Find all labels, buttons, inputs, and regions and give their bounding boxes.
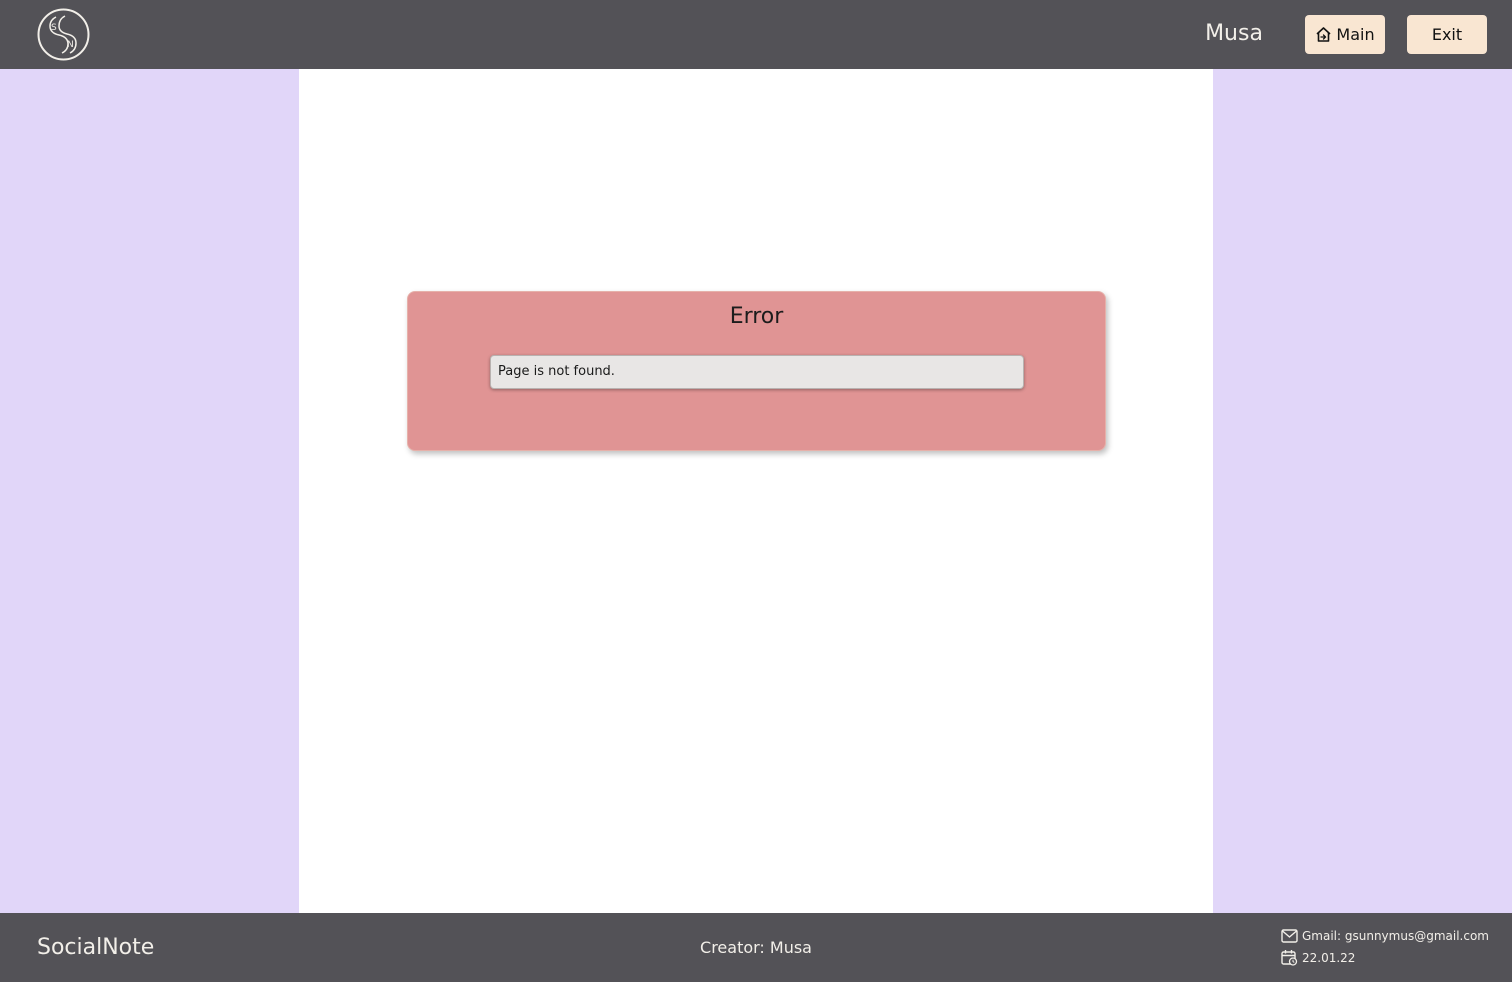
exit-button[interactable]: Exit xyxy=(1407,15,1487,54)
top-header: S N Musa Main Exit xyxy=(0,0,1512,69)
error-message: Page is not found. xyxy=(490,355,1024,389)
mail-icon xyxy=(1281,929,1302,943)
footer-creator: Creator: Musa xyxy=(700,938,812,957)
main-button-label: Main xyxy=(1336,25,1375,44)
exit-button-label: Exit xyxy=(1431,25,1463,44)
username-label: Musa xyxy=(1205,21,1263,46)
home-icon xyxy=(1315,26,1336,43)
main-content xyxy=(299,69,1213,913)
error-card: Error Page is not found. xyxy=(407,291,1106,451)
logo-letter-s: S xyxy=(51,23,57,33)
footer-brand: SocialNote xyxy=(37,935,155,960)
footer-date-row: 22.01.22 xyxy=(1281,949,1355,966)
logo-letter-n: N xyxy=(67,40,74,50)
main-button[interactable]: Main xyxy=(1305,15,1385,54)
footer-email[interactable]: Gmail: gsunnymus@gmail.com xyxy=(1302,928,1489,944)
footer-email-row: Gmail: gsunnymus@gmail.com xyxy=(1281,928,1489,944)
socialnote-logo-icon[interactable]: S N xyxy=(37,8,90,61)
footer-date: 22.01.22 xyxy=(1302,950,1356,965)
footer: SocialNote Creator: Musa Gmail: gsunnymu… xyxy=(0,913,1512,982)
error-title: Error xyxy=(729,304,784,329)
calendar-icon xyxy=(1281,949,1302,966)
